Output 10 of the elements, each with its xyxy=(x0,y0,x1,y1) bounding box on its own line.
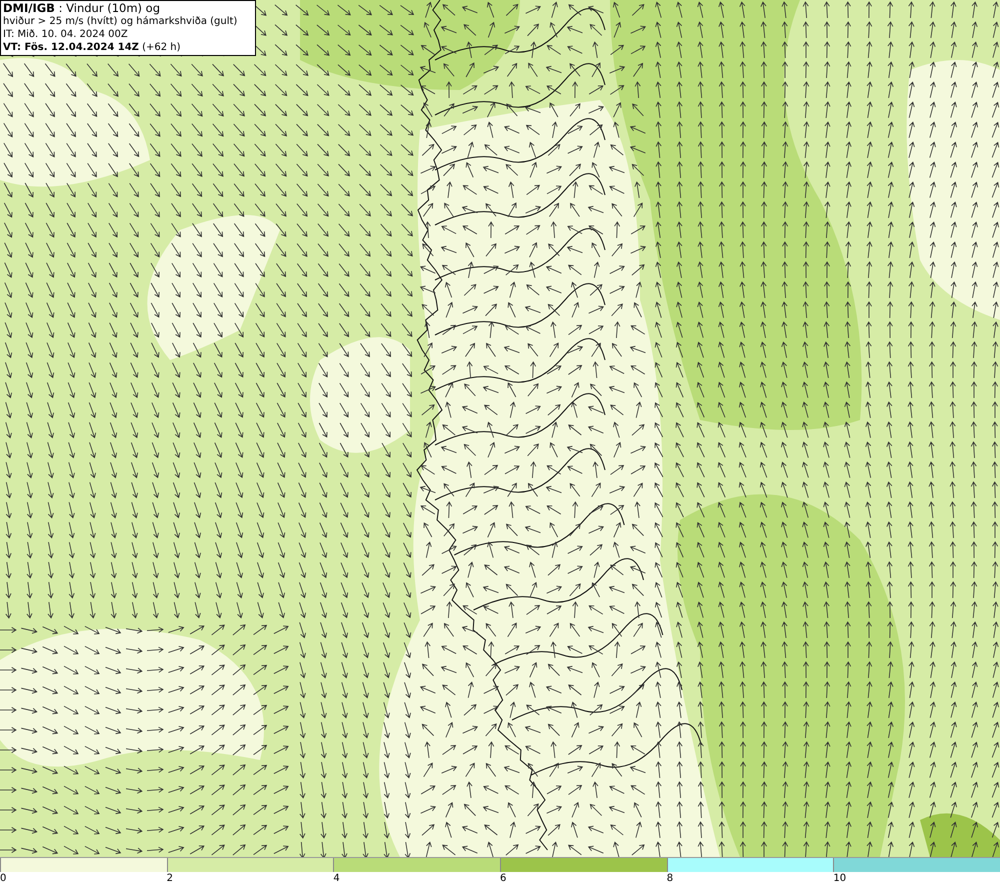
map-info-line: hviður > 25 m/s (hvítt) og hámarkshviða (gult) xyxy=(3,15,238,28)
scale-label: 2 xyxy=(166,872,174,886)
map-info-line: DMI/IGB : Vindur (10m) og xyxy=(3,2,160,15)
scale-label: 6 xyxy=(500,872,506,886)
map-info-line: IT: Mið. 10. 04. 2024 00Z xyxy=(3,28,128,41)
scale-label: 4 xyxy=(333,872,340,886)
scale-label: 8 xyxy=(666,872,674,886)
scale-label: 0 xyxy=(0,872,6,886)
scale-label: 10 xyxy=(833,872,846,886)
map-info-line: VT: Fös. 12.04.2024 14Z (+62 h) xyxy=(3,41,181,54)
